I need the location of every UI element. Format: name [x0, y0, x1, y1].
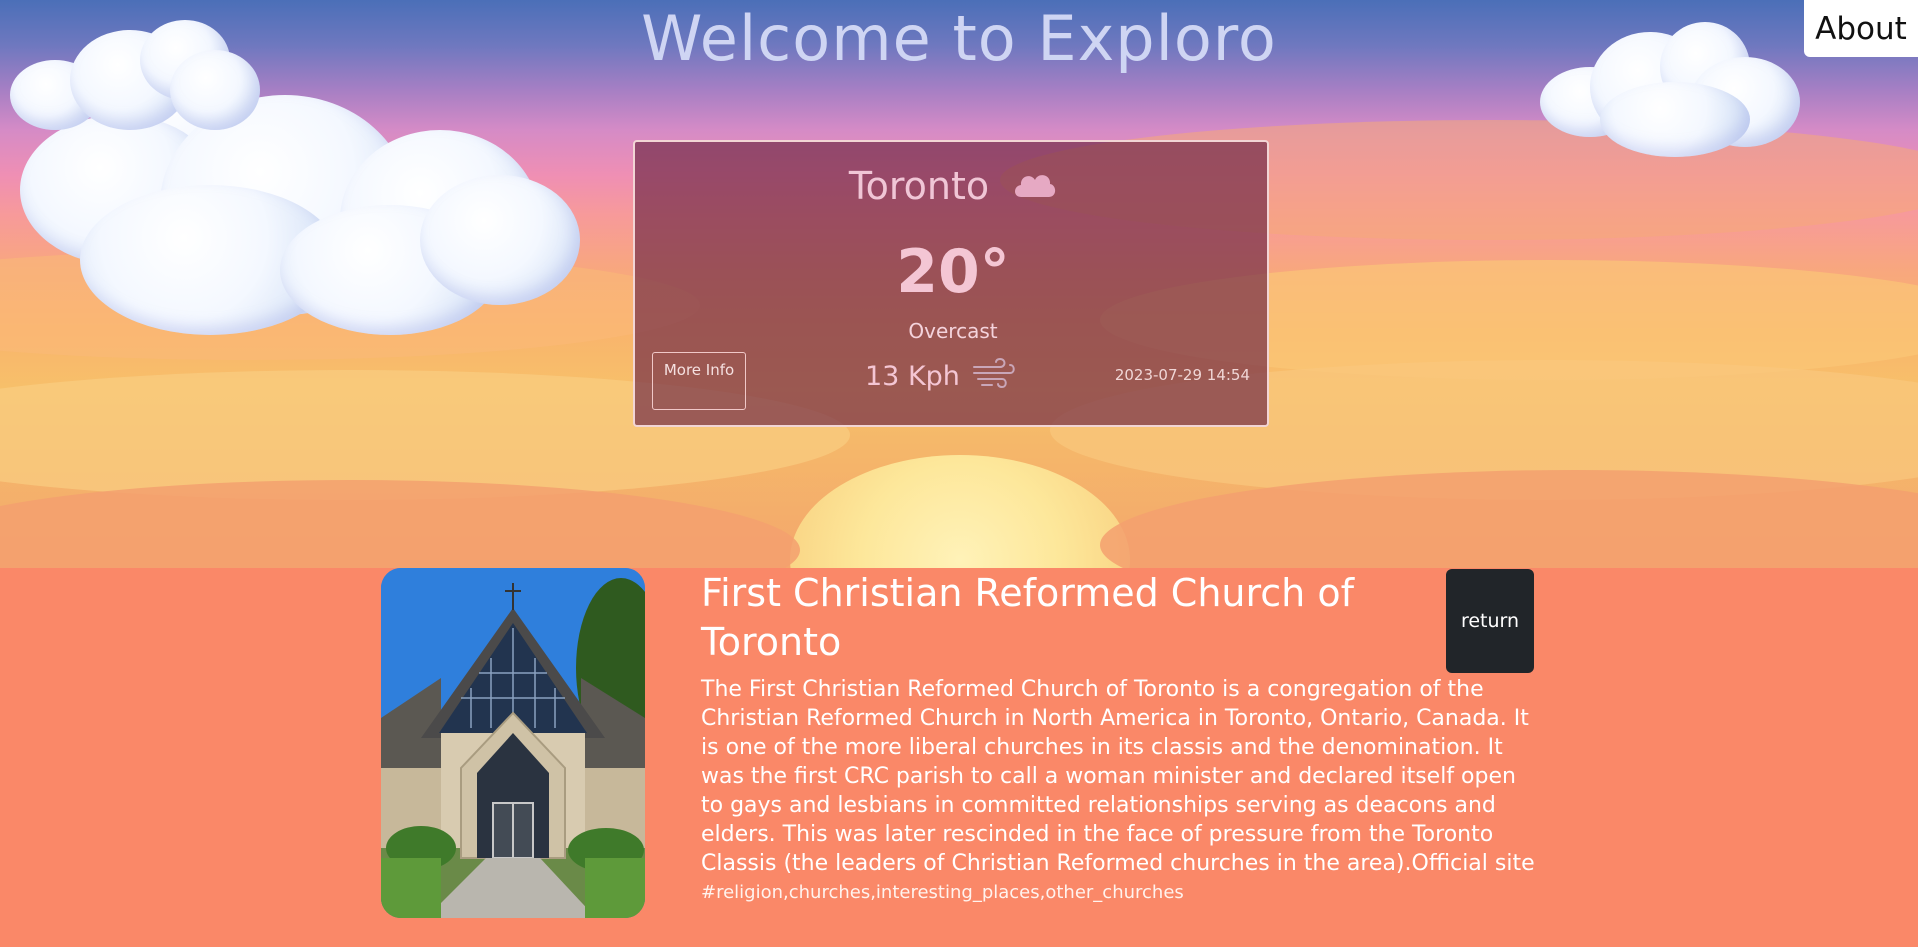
cloud-icon [1011, 164, 1057, 208]
more-info-button[interactable]: More Info [652, 352, 746, 410]
sky-band [1100, 470, 1918, 568]
return-button[interactable]: return [1446, 569, 1534, 673]
weather-card: Toronto 20° Overcast More Info 13 Kph 20… [633, 140, 1269, 427]
more-info-label: More Info [663, 361, 735, 379]
sun [790, 455, 1130, 568]
place-description: The First Christian Reformed Church of T… [701, 677, 1535, 876]
weather-condition: Overcast [908, 319, 998, 343]
weather-city-row: Toronto [635, 164, 1271, 208]
wind-icon [972, 355, 1016, 398]
page-title: Welcome to Exploro [641, 2, 1277, 75]
weather-wind: 13 Kph [865, 355, 1016, 398]
weather-datetime: 2023-07-29 14:54 [1114, 366, 1250, 384]
place-tags: #religion,churches,interesting_places,ot… [701, 882, 1184, 903]
weather-city: Toronto [848, 164, 990, 208]
sky-band [0, 480, 800, 568]
church-photo [381, 568, 645, 918]
place-title: First Christian Reformed Church of Toron… [701, 571, 1354, 664]
about-button[interactable]: About [1804, 0, 1918, 57]
weather-temperature: 20° [896, 237, 1010, 307]
wind-speed: 13 Kph [865, 361, 960, 392]
